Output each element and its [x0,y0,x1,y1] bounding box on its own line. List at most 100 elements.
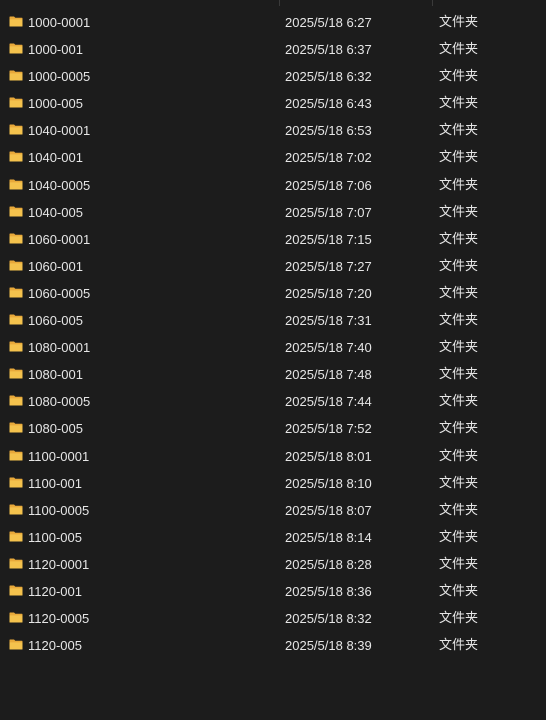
file-row-1080-0001[interactable]: 1080-0001 2025/5/18 7:40 文件夹 [0,334,546,361]
file-name: 1060-0001 [28,231,91,247]
file-name: 1100-0001 [28,448,90,464]
file-row-1000-005[interactable]: 1000-005 2025/5/18 6:43 文件夹 [0,90,546,117]
modified-date: 2025/5/18 7:20 [285,285,372,301]
file-row-1120-005[interactable]: 1120-005 2025/5/18 8:39 文件夹 [0,632,546,659]
file-type: 文件夹 [439,258,479,274]
modified-date: 2025/5/18 8:39 [285,638,372,654]
file-type: 文件夹 [439,177,479,193]
file-row-1080-0005[interactable]: 1080-0005 2025/5/18 7:44 文件夹 [0,388,546,415]
file-name: 1080-005 [28,421,83,437]
modified-date: 2025/5/18 8:28 [285,556,372,572]
file-type: 文件夹 [439,313,479,329]
file-row-1060-0005[interactable]: 1060-0005 2025/5/18 7:20 文件夹 [0,280,546,307]
file-name: 1040-001 [28,150,83,166]
file-row-1100-0005[interactable]: 1100-0005 2025/5/18 8:07 文件夹 [0,497,546,524]
file-type: 文件夹 [439,96,479,112]
file-type: 文件夹 [439,367,479,383]
file-name: 1000-0001 [28,15,91,30]
file-row-1000-0005[interactable]: 1000-0005 2025/5/18 6:32 文件夹 [0,63,546,90]
file-name: 1060-0005 [28,285,91,301]
file-row-1120-0001[interactable]: 1120-0001 2025/5/18 8:28 文件夹 [0,551,546,578]
file-type: 文件夹 [439,611,479,627]
file-name: 1120-005 [28,638,82,654]
file-row-1100-005[interactable]: 1100-005 2025/5/18 8:14 文件夹 [0,524,546,551]
column-divider-type[interactable] [432,0,433,6]
folder-icon [9,206,23,217]
modified-date: 2025/5/18 6:53 [285,123,372,139]
file-name: 1080-0001 [28,340,91,356]
modified-date: 2025/5/18 8:32 [285,611,372,627]
modified-date: 2025/5/18 6:43 [285,96,372,112]
folder-icon [9,287,23,298]
file-row-1040-0005[interactable]: 1040-0005 2025/5/18 7:06 文件夹 [0,172,546,199]
file-type: 文件夹 [439,421,479,437]
file-row-1000-0001[interactable]: 1000-0001 2025/5/18 6:27 文件夹 [0,9,546,36]
folder-icon [9,70,23,81]
modified-date: 2025/5/18 7:02 [285,150,372,166]
folder-icon [9,97,23,108]
file-row-1040-0001[interactable]: 1040-0001 2025/5/18 6:53 文件夹 [0,117,546,144]
file-name: 1000-0005 [28,69,91,85]
file-name: 1040-0005 [28,177,91,193]
file-row-1120-0005[interactable]: 1120-0005 2025/5/18 8:32 文件夹 [0,605,546,632]
modified-date: 2025/5/18 7:40 [285,340,372,356]
file-row-1080-005[interactable]: 1080-005 2025/5/18 7:52 文件夹 [0,415,546,442]
file-list: 1000-0001 2025/5/18 6:27 文件夹 1000-001 20… [0,9,546,659]
modified-date: 2025/5/18 8:01 [285,448,372,464]
file-type: 文件夹 [439,502,479,518]
file-row-1100-0001[interactable]: 1100-0001 2025/5/18 8:01 文件夹 [0,443,546,470]
file-type: 文件夹 [439,340,479,356]
modified-date: 2025/5/18 8:36 [285,583,372,599]
file-type: 文件夹 [439,15,479,30]
modified-date: 2025/5/18 7:27 [285,258,372,274]
folder-icon [9,314,23,325]
file-row-1000-001[interactable]: 1000-001 2025/5/18 6:37 文件夹 [0,36,546,63]
modified-date: 2025/5/18 7:44 [285,394,372,410]
folder-icon [9,477,23,488]
file-type: 文件夹 [439,638,479,654]
modified-date: 2025/5/18 6:37 [285,42,372,58]
folder-icon [9,612,23,623]
file-name: 1060-005 [28,313,83,329]
file-type: 文件夹 [439,42,479,58]
modified-date: 2025/5/18 7:15 [285,231,372,247]
modified-date: 2025/5/18 8:14 [285,529,372,545]
file-row-1060-0001[interactable]: 1060-0001 2025/5/18 7:15 文件夹 [0,226,546,253]
modified-date: 2025/5/18 8:07 [285,502,372,518]
file-type: 文件夹 [439,150,479,166]
file-name: 1060-001 [28,258,83,274]
folder-icon [9,16,23,27]
folder-icon [9,395,23,406]
file-row-1100-001[interactable]: 1100-001 2025/5/18 8:10 文件夹 [0,470,546,497]
folder-icon [9,43,23,54]
file-name: 1040-005 [28,204,83,220]
file-name: 1120-0005 [28,611,90,627]
file-name: 1100-0005 [28,502,90,518]
folder-icon [9,585,23,596]
modified-date: 2025/5/18 7:48 [285,367,372,383]
file-row-1080-001[interactable]: 1080-001 2025/5/18 7:48 文件夹 [0,361,546,388]
file-type: 文件夹 [439,529,479,545]
modified-date: 2025/5/18 7:06 [285,177,372,193]
file-type: 文件夹 [439,69,479,85]
folder-icon [9,151,23,162]
folder-icon [9,450,23,460]
file-explorer: 1000-0001 2025/5/18 6:27 文件夹 1000-001 20… [0,0,546,720]
file-row-1040-001[interactable]: 1040-001 2025/5/18 7:02 文件夹 [0,144,546,171]
column-divider-date[interactable] [279,0,280,6]
file-row-1060-005[interactable]: 1060-005 2025/5/18 7:31 文件夹 [0,307,546,334]
file-name: 1120-0001 [28,556,90,572]
file-row-1060-001[interactable]: 1060-001 2025/5/18 7:27 文件夹 [0,253,546,280]
file-name: 1120-001 [28,583,82,599]
file-type: 文件夹 [439,583,479,599]
file-type: 文件夹 [439,204,479,220]
modified-date: 2025/5/18 7:07 [285,204,372,220]
file-type: 文件夹 [439,123,479,139]
file-row-1120-001[interactable]: 1120-001 2025/5/18 8:36 文件夹 [0,578,546,605]
folder-icon [9,341,23,352]
modified-date: 2025/5/18 8:10 [285,475,372,491]
modified-date: 2025/5/18 7:52 [285,421,372,437]
file-row-1040-005[interactable]: 1040-005 2025/5/18 7:07 文件夹 [0,199,546,226]
file-type: 文件夹 [439,475,479,491]
file-name: 1040-0001 [28,123,91,139]
